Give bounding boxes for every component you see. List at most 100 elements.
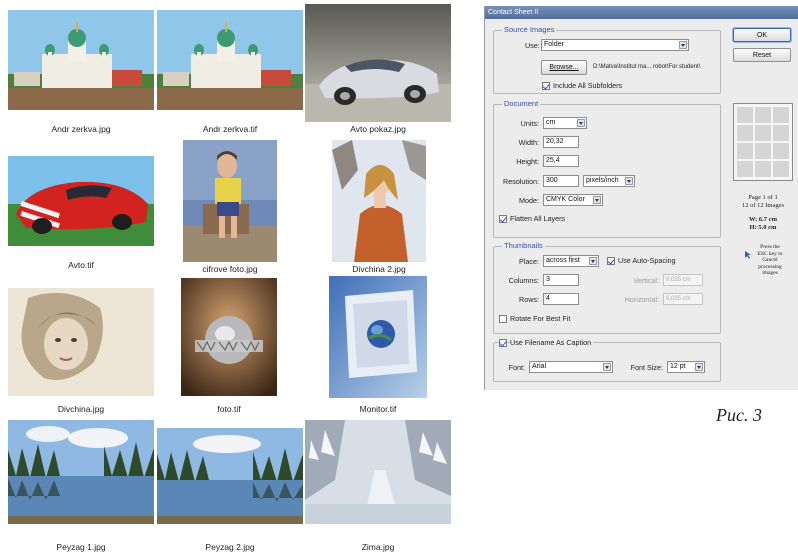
- include-subfolders-checkbox[interactable]: [542, 82, 550, 90]
- resolution-field[interactable]: 300: [543, 175, 579, 187]
- lake-forest-image: [8, 420, 154, 524]
- images-info: 12 of 12 Images: [741, 202, 785, 209]
- rotate-best-fit-checkbox[interactable]: [499, 315, 507, 323]
- use-select-value: Folder: [544, 41, 564, 48]
- columns-label: Columns:: [508, 276, 539, 285]
- chevron-down-icon: [577, 119, 585, 127]
- font-select[interactable]: Arial: [529, 361, 613, 373]
- preview-cell: [773, 125, 789, 141]
- contact-sheet-dialog: Contact Sheet II Source Images Use: Fold…: [484, 6, 798, 390]
- thumbnail: foto.tif: [181, 278, 277, 416]
- preview-cell: [737, 107, 753, 123]
- preview-cell: [755, 143, 771, 159]
- units-select-value: cm: [546, 119, 556, 126]
- source-path: D:\Matva\Institut ma... robot\For studen…: [593, 64, 701, 70]
- page: Andr zerkva.jpg Andr zerkva.tif Avto pok…: [0, 0, 798, 554]
- thumbnail-caption: Andr zerkva.jpg: [51, 124, 111, 134]
- auto-spacing-checkbox[interactable]: [607, 257, 615, 265]
- vertical-field[interactable]: 0,035 cm: [663, 274, 703, 286]
- flatten-layers-label: Flatten All Layers: [510, 214, 566, 223]
- reset-button-label: Reset: [752, 52, 772, 59]
- lake-forest-image: [157, 428, 303, 524]
- mode-select[interactable]: CMYK Color: [543, 194, 603, 206]
- thumbnail: Divchina.jpg: [8, 288, 154, 416]
- winter-road-image: [305, 420, 451, 524]
- place-select-value: across first: [546, 257, 580, 264]
- chevron-down-icon: [589, 257, 597, 265]
- ok-button[interactable]: OK: [733, 28, 791, 42]
- height-field[interactable]: 25,4: [543, 155, 579, 167]
- preview-cell: [773, 107, 789, 123]
- silver-car-image: [305, 4, 451, 122]
- resolution-label: Resolution:: [503, 177, 539, 186]
- width-label: Width:: [518, 138, 539, 147]
- chevron-down-icon: [695, 363, 703, 371]
- document-legend: Document: [502, 99, 541, 109]
- font-size-value: 12 pt: [670, 363, 686, 370]
- thumbnail: Avto.tif: [8, 156, 154, 272]
- thumbnail-caption: Zima.jpg: [361, 542, 395, 552]
- thumbnail-caption: foto.tif: [217, 404, 241, 414]
- chevron-down-icon: [679, 41, 687, 49]
- figure-caption: Рис. 3: [716, 405, 762, 425]
- thumbnail-caption: Andr zerkva.tif: [202, 124, 258, 134]
- preview-cell: [773, 161, 789, 177]
- mode-label: Mode:: [519, 196, 539, 205]
- reset-button[interactable]: Reset: [733, 48, 791, 62]
- preview-cell: [755, 107, 771, 123]
- thumbnail-caption: cifrove foto.jpg: [202, 264, 258, 274]
- thumbnail: Andr zerkva.jpg: [8, 10, 154, 138]
- resolution-unit-select[interactable]: pixels/inch: [583, 175, 635, 187]
- use-filename-checkbox[interactable]: [499, 339, 507, 347]
- child-photo-image: [183, 140, 277, 262]
- flatten-layers-checkbox[interactable]: [499, 215, 507, 223]
- thumbnail: Peyzag 1.jpg: [8, 420, 154, 554]
- font-size-label: Font Size:: [630, 363, 663, 372]
- church-image: [8, 10, 154, 110]
- horizontal-label: Horizontal:: [624, 295, 659, 304]
- preview-cell: [737, 161, 753, 177]
- cursor-arrow-icon: [744, 247, 754, 259]
- layout-preview: [733, 103, 793, 181]
- columns-field[interactable]: 3: [543, 274, 579, 286]
- woman-snow-image: [332, 140, 426, 262]
- thumb-width-info: W: 6.7 cm: [749, 216, 777, 223]
- www-globe-image: [181, 278, 277, 396]
- units-select[interactable]: cm: [543, 117, 587, 129]
- thumbnail-caption: Peyzag 2.jpg: [205, 542, 255, 552]
- preview-cell: [755, 161, 771, 177]
- thumbnails-legend: Thumbnails: [502, 241, 545, 251]
- red-car-image: [8, 156, 154, 246]
- chevron-down-icon: [593, 196, 601, 204]
- esc-hint: Press the ESC key to Cancel processing i…: [757, 244, 783, 276]
- thumbnail-caption: Avto pokaz.jpg: [350, 124, 406, 134]
- thumbnail-caption: Monitor.tif: [359, 404, 397, 414]
- preview-cell: [737, 125, 753, 141]
- thumbnail: Monitor.tif: [329, 276, 427, 416]
- preview-cell: [755, 125, 771, 141]
- browse-button[interactable]: Browse...: [541, 60, 587, 75]
- vertical-label: Vertical:: [633, 276, 659, 285]
- preview-cell: [773, 143, 789, 159]
- thumbnail-caption: Divchina.jpg: [57, 404, 105, 414]
- use-select[interactable]: Folder: [541, 39, 689, 51]
- place-select[interactable]: across first: [543, 255, 599, 267]
- monitor-globe-image: [329, 276, 427, 398]
- source-images-legend: Source Images: [502, 25, 557, 35]
- woman-portrait-image: [8, 288, 154, 396]
- width-field[interactable]: 20,32: [543, 136, 579, 148]
- ok-button-label: OK: [756, 32, 768, 39]
- horizontal-field[interactable]: 0,035 cm: [663, 293, 703, 305]
- thumbnail: Avto pokaz.jpg: [305, 4, 451, 138]
- rows-field[interactable]: 4: [543, 293, 579, 305]
- font-size-select[interactable]: 12 pt: [667, 361, 705, 373]
- thumbnail: Andr zerkva.tif: [157, 10, 303, 138]
- thumbnail: cifrove foto.jpg: [183, 140, 277, 274]
- thumb-height-info: H: 5.0 cm: [749, 224, 777, 231]
- use-filename-label: Use Filename As Caption: [510, 337, 594, 348]
- thumbnail: Peyzag 2.jpg: [157, 428, 303, 554]
- thumbnail: Zima.jpg: [305, 420, 451, 554]
- thumbnail-caption: Avto.tif: [68, 260, 94, 270]
- rotate-best-fit-label: Rotate For Best Fit: [510, 314, 571, 323]
- thumbnail-caption: Peyzag 1.jpg: [56, 542, 106, 552]
